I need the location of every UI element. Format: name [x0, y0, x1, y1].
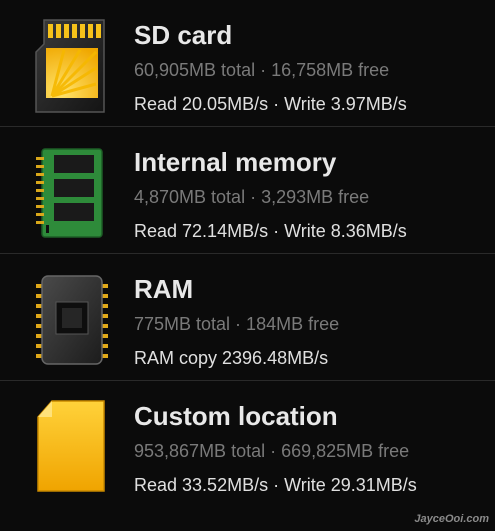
list-item-internal-memory[interactable]: Internal memory 4,870MB total · 3,293MB … [0, 127, 495, 254]
item-speed: Read 20.05MB/s · Write 3.97MB/s [134, 94, 407, 114]
item-capacity: 4,870MB total · 3,293MB free [134, 187, 370, 207]
item-capacity: 60,905MB total · 16,758MB free [134, 60, 390, 80]
ram-chip-icon [34, 272, 110, 368]
item-title: Internal memory [134, 147, 337, 177]
item-title: Custom location [134, 401, 338, 431]
sd-card-icon [34, 18, 110, 114]
list-item-sd-card[interactable]: SD card 60,905MB total · 16,758MB free R… [0, 0, 495, 127]
item-capacity: 953,867MB total · 669,825MB free [134, 441, 410, 461]
item-speed: RAM copy 2396.48MB/s [134, 348, 329, 368]
item-title: RAM [134, 274, 194, 304]
item-speed: Read 72.14MB/s · Write 8.36MB/s [134, 221, 407, 241]
memory-module-icon [34, 145, 110, 241]
item-capacity: 775MB total · 184MB free [134, 314, 340, 334]
benchmark-list: SD card 60,905MB total · 16,758MB free R… [0, 0, 495, 508]
item-speed: Read 33.52MB/s · Write 29.31MB/s [134, 475, 417, 495]
list-item-custom-location[interactable]: Custom location 953,867MB total · 669,82… [0, 381, 495, 508]
list-item-ram[interactable]: RAM 775MB total · 184MB free RAM copy 23… [0, 254, 495, 381]
folder-card-icon [34, 399, 110, 495]
watermark: JayceOoi.com [414, 513, 489, 525]
item-title: SD card [134, 20, 233, 50]
